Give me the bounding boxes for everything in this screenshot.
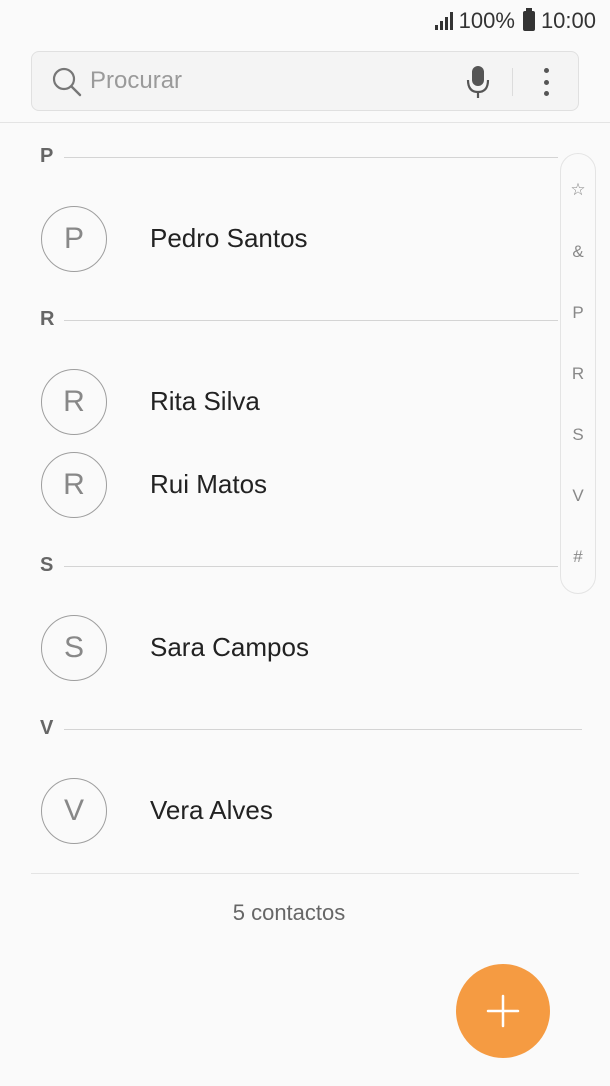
battery-icon (522, 8, 535, 31)
index-item-symbols[interactable]: & (561, 242, 595, 262)
more-vert-icon[interactable] (534, 64, 558, 100)
mic-icon[interactable] (464, 64, 492, 100)
index-item-r[interactable]: R (561, 364, 595, 384)
header-divider (0, 122, 610, 123)
status-indicators: 100% 10:00 (434, 8, 596, 34)
index-item-s[interactable]: S (561, 425, 595, 445)
avatar: P (41, 206, 107, 272)
contact-name: Pedro Santos (150, 223, 308, 253)
index-item-hash[interactable]: # (561, 547, 595, 567)
search-divider (512, 68, 513, 96)
contact-name: Vera Alves (150, 795, 273, 825)
contact-row[interactable]: S Sara Campos (0, 607, 560, 689)
alphabet-index-bar[interactable]: ☆ & P R S V # (560, 153, 596, 594)
section-divider (64, 729, 582, 730)
index-item-v[interactable]: V (561, 486, 595, 506)
list-footer-divider (31, 873, 579, 874)
clock: 10:00 (540, 8, 596, 33)
section-header-r: R (0, 308, 610, 334)
battery-percent: 100% (458, 8, 515, 33)
section-divider (64, 566, 558, 567)
add-icon (486, 994, 520, 1028)
section-letter: R (40, 308, 55, 330)
contact-row[interactable]: R Rita Silva (0, 361, 560, 443)
section-header-p: P (0, 145, 610, 171)
contact-name: Rita Silva (150, 386, 260, 416)
contact-name: Rui Matos (150, 469, 268, 499)
contact-row[interactable]: V Vera Alves (0, 770, 560, 852)
avatar: R (41, 369, 107, 435)
add-contact-button[interactable] (456, 964, 550, 1058)
section-letter: V (40, 717, 54, 739)
signal-icon (434, 12, 453, 30)
search-bar[interactable] (31, 51, 579, 111)
contact-count: 5 contactos (232, 900, 346, 925)
status-bar: 100% 10:00 (0, 0, 610, 42)
section-letter: S (40, 554, 54, 576)
search-input[interactable] (90, 52, 450, 110)
contact-row[interactable]: R Rui Matos (0, 444, 560, 526)
section-header-v: V (0, 717, 610, 743)
search-icon (52, 67, 82, 97)
contact-name: Sara Campos (150, 632, 309, 662)
section-divider (64, 157, 558, 158)
contact-row[interactable]: P Pedro Santos (0, 198, 560, 280)
index-item-favorites[interactable]: ☆ (561, 180, 595, 200)
index-item-p[interactable]: P (561, 303, 595, 323)
section-divider (64, 320, 558, 321)
section-letter: P (40, 145, 54, 167)
section-header-s: S (0, 554, 610, 580)
avatar: R (41, 452, 107, 518)
avatar: S (41, 615, 107, 681)
avatar: V (41, 778, 107, 844)
